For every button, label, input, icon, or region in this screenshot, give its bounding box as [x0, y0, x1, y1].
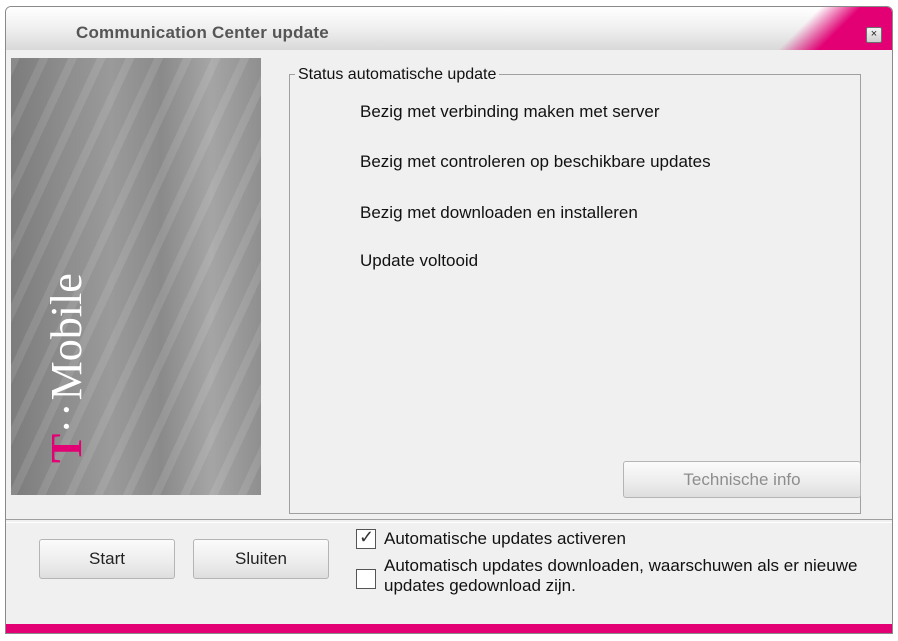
- status-group-legend: Status automatische update: [295, 66, 500, 84]
- window-title: Communication Center update: [76, 23, 329, 42]
- t-mobile-logo: T··Mobile: [41, 273, 92, 463]
- logo-t: T: [42, 433, 91, 463]
- logo-dots: ··: [42, 400, 91, 434]
- close-button[interactable]: Sluiten: [193, 539, 329, 579]
- check-mark-icon: ✓: [359, 527, 375, 547]
- auto-updates-label[interactable]: Automatische updates activeren: [384, 529, 626, 549]
- auto-download-checkbox[interactable]: [356, 569, 376, 589]
- logo-text: Mobile: [42, 273, 91, 401]
- update-dialog: Communication Center update × T··Mobile …: [5, 6, 893, 634]
- technical-info-button[interactable]: Technische info: [623, 461, 861, 498]
- footer-separator: [6, 519, 892, 523]
- status-item-checking: Bezig met controleren op beschikbare upd…: [360, 152, 711, 171]
- status-item-connecting: Bezig met verbinding maken met server: [360, 102, 660, 121]
- start-button[interactable]: Start: [39, 539, 175, 579]
- brand-banner: T··Mobile: [11, 58, 261, 495]
- auto-updates-checkbox[interactable]: ✓: [356, 527, 376, 549]
- brand-bottom-bar: [6, 624, 892, 633]
- status-groupbox: [289, 74, 861, 514]
- auto-download-label[interactable]: Automatisch updates downloaden, waarschu…: [384, 556, 884, 596]
- status-item-downloading: Bezig met downloaden en installeren: [360, 203, 638, 222]
- close-icon[interactable]: ×: [866, 27, 882, 43]
- status-item-complete: Update voltooid: [360, 251, 479, 270]
- title-bar[interactable]: Communication Center update ×: [6, 7, 892, 50]
